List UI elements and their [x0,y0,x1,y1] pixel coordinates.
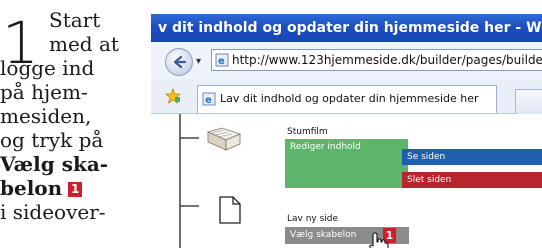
view-page-button[interactable]: Se siden [402,149,542,165]
builder-content: Stumfilm Rediger indhold Se siden Slet s… [151,114,542,248]
blank-page-icon [219,196,241,224]
book-icon [206,127,242,151]
step-badge: 1 [68,182,83,197]
ie-page-icon: e [215,53,229,67]
window-title-bar: v dit indhold og opdater din hjemmeside … [151,14,542,42]
delete-page-button[interactable]: Slet siden [402,172,542,188]
address-url: http://www.123hjemmeside.dk/builder/page… [232,53,542,67]
article-line-4: på hjem- [0,80,88,104]
article-text: 1 Start med at logge ind på hjem- meside… [0,0,150,248]
tab-new[interactable] [515,89,542,114]
tab-row: e Lav dit indhold og opdater din hjemmes… [151,79,542,114]
article-line-3: logge ind [0,56,95,80]
article-line-5: mesiden, [0,104,92,128]
article-line-1: Start [49,8,101,32]
edit-content-button[interactable]: Rediger indhold [285,139,408,188]
browser-screenshot: v dit indhold og opdater din hjemmeside … [151,14,542,248]
article-line-9: i sideover- [0,200,106,224]
address-bar[interactable]: e http://www.123hjemmeside.dk/builder/pa… [211,49,542,71]
tab-builder[interactable]: e Lav dit indhold og opdater din hjemmes… [197,85,497,113]
svg-text:e: e [218,56,225,67]
hand-cursor-icon [369,232,389,248]
article-line-8-text: belon [0,176,63,200]
article-line-2: med at [49,32,119,56]
ie-page-icon: e [202,92,216,106]
article-line-6: og tryk på [0,128,104,152]
back-button[interactable] [165,48,193,76]
address-row: ▾ e http://www.123hjemmeside.dk/builder/… [151,42,542,80]
svg-text:e: e [205,95,212,106]
tab-label: Lav dit indhold og opdater din hjemmesid… [220,92,479,105]
back-arrow-icon [173,55,187,69]
page-name-label: Stumfilm [287,127,328,137]
article-line-8: belon 1 [0,176,83,200]
nav-dropdown-icon[interactable]: ▾ [196,56,201,67]
new-page-label: Lav ny side [287,214,339,224]
favorites-star-icon[interactable] [165,88,181,104]
article-line-7: Vælg ska- [0,152,109,176]
